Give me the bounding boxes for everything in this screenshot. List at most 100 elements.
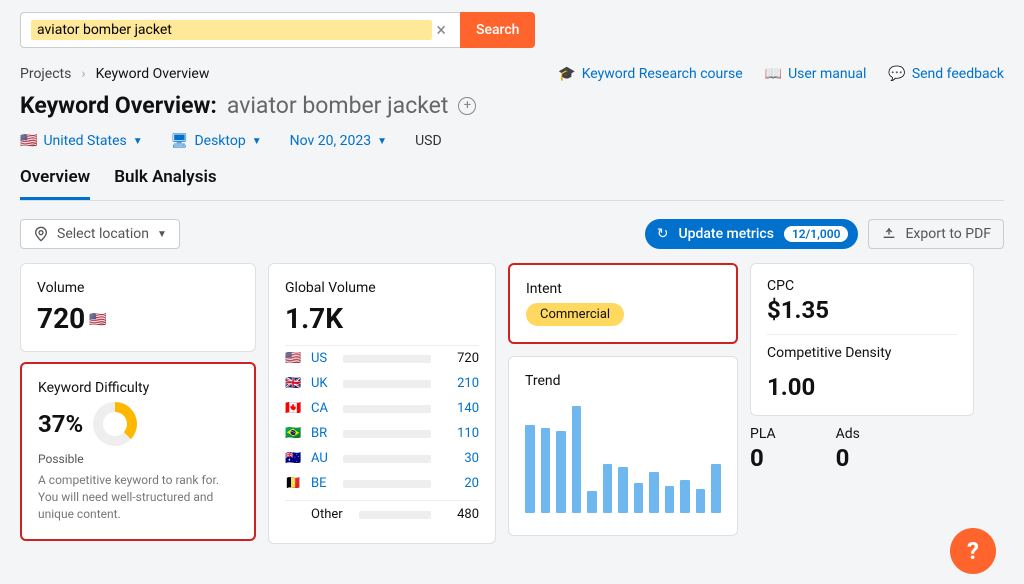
country-code: BR: [311, 426, 335, 441]
compd-label: Competitive Density: [767, 345, 957, 361]
course-link[interactable]: 🎓Keyword Research course: [558, 66, 742, 82]
top-links: 🎓Keyword Research course 📖User manual 💬S…: [558, 66, 1004, 82]
toolbar-right: ↻ Update metrics 12/1,000 Export to PDF: [645, 219, 1004, 249]
breadcrumb-current: Keyword Overview: [96, 66, 210, 82]
search-button[interactable]: Search: [460, 12, 535, 48]
gv-row-us[interactable]: 🇺🇸 US 720: [285, 346, 479, 371]
trend-bar: [618, 467, 628, 513]
trend-bar: [587, 491, 597, 513]
us-flag-icon: 🇺🇸: [89, 312, 106, 328]
country-code: CA: [311, 401, 335, 416]
select-location-button[interactable]: Select location ▼: [20, 219, 180, 249]
country-filter[interactable]: 🇺🇸United States▼: [20, 133, 143, 149]
chevron-down-icon: ▼: [157, 229, 167, 240]
volume-bar: [343, 380, 431, 388]
refresh-icon: ↻: [657, 226, 669, 242]
intent-badge: Commercial: [526, 303, 624, 326]
flag-icon: 🇧🇪: [285, 476, 303, 491]
kd-label: Keyword Difficulty: [38, 380, 238, 396]
book-icon: 📖: [765, 66, 782, 82]
metrics-grid: Volume 720🇺🇸 Keyword Difficulty 37% Poss…: [20, 263, 1004, 548]
update-badge: 12/1,000: [784, 226, 849, 242]
volume-bar: [343, 455, 431, 463]
pla-value: 0: [750, 444, 776, 472]
cpc-section: CPC $1.35: [767, 278, 957, 334]
volume-value: 110: [439, 426, 479, 441]
volume-value: 720🇺🇸: [37, 302, 239, 335]
clear-icon[interactable]: ×: [432, 20, 450, 41]
trend-bar: [556, 431, 566, 514]
ads-value: 0: [836, 444, 860, 472]
search-box[interactable]: ×: [20, 12, 460, 48]
pla-ads-section: PLA 0 Ads 0: [750, 416, 974, 482]
keyword-difficulty-card: Keyword Difficulty 37% Possible A compet…: [20, 362, 256, 540]
ads-label: Ads: [836, 426, 860, 442]
gv-row-ca[interactable]: 🇨🇦 CA 140: [285, 396, 479, 421]
col-volume-kd: Volume 720🇺🇸 Keyword Difficulty 37% Poss…: [20, 263, 256, 548]
device-filter[interactable]: 🖥Desktop▼: [171, 133, 262, 149]
currency-label: USD: [415, 133, 442, 149]
gv-row-au[interactable]: 🇦🇺 AU 30: [285, 446, 479, 471]
volume-bar: [343, 430, 431, 438]
trend-bar: [711, 464, 721, 514]
tab-bulk-analysis[interactable]: Bulk Analysis: [114, 167, 216, 200]
export-pdf-button[interactable]: Export to PDF: [868, 219, 1004, 249]
page-title-row: Keyword Overview: aviator bomber jacket …: [20, 92, 1004, 119]
gv-row-be[interactable]: 🇧🇪 BE 20: [285, 471, 479, 496]
flag-icon: 🇧🇷: [285, 426, 303, 441]
volume-value: 20: [439, 476, 479, 491]
col-intent-trend: Intent Commercial Trend: [508, 263, 738, 548]
search-input[interactable]: [31, 20, 432, 40]
kd-status: Possible: [38, 452, 238, 466]
feedback-link[interactable]: 💬Send feedback: [888, 66, 1004, 82]
gv-row-uk[interactable]: 🇬🇧 UK 210: [285, 371, 479, 396]
volume-value: 140: [439, 401, 479, 416]
flag-icon: 🇦🇺: [285, 451, 303, 466]
search-bar: × Search: [20, 12, 1004, 48]
volume-card: Volume 720🇺🇸: [20, 263, 256, 352]
trend-card: Trend: [508, 356, 738, 536]
trend-bar: [572, 406, 582, 514]
compd-value: 1.00: [767, 373, 957, 401]
feedback-icon: 💬: [888, 66, 905, 82]
intent-label: Intent: [526, 281, 720, 297]
gv-row-br[interactable]: 🇧🇷 BR 110: [285, 421, 479, 446]
trend-bar: [634, 483, 644, 514]
global-volume-list: 🇺🇸 US 720 🇬🇧 UK 210 🇨🇦 CA 140 🇧🇷 BR 110 …: [285, 345, 479, 527]
gv-row-other[interactable]: Other 480: [285, 500, 479, 527]
volume-bar: [343, 355, 431, 363]
page-title-keyword: aviator bomber jacket: [227, 92, 449, 119]
volume-label: Volume: [37, 280, 239, 296]
global-volume-card: Global Volume 1.7K 🇺🇸 US 720 🇬🇧 UK 210 🇨…: [268, 263, 496, 544]
trend-bar: [680, 480, 690, 513]
kd-value: 37%: [38, 410, 83, 438]
date-filter[interactable]: Nov 20, 2023▼: [290, 133, 387, 149]
ads-block: Ads 0: [836, 426, 860, 472]
tab-overview[interactable]: Overview: [20, 167, 90, 200]
trend-chart: [525, 403, 721, 513]
cpc-value: $1.35: [767, 296, 957, 324]
flag-icon: 🇨🇦: [285, 401, 303, 416]
trend-bar: [525, 425, 535, 513]
us-flag-icon: 🇺🇸: [20, 133, 37, 149]
add-icon[interactable]: +: [458, 97, 476, 115]
update-metrics-button[interactable]: ↻ Update metrics 12/1,000: [645, 219, 859, 249]
volume-bar: [343, 405, 431, 413]
tabs: Overview Bulk Analysis: [20, 167, 1004, 201]
graduation-cap-icon: 🎓: [558, 66, 575, 82]
breadcrumb-root[interactable]: Projects: [20, 66, 71, 82]
kd-donut-chart: [93, 402, 137, 446]
country-code: AU: [311, 451, 335, 466]
kd-description: A competitive keyword to rank for. You w…: [38, 472, 238, 522]
pla-label: PLA: [750, 426, 776, 442]
cpc-label: CPC: [767, 278, 957, 294]
other-label: Other: [311, 507, 351, 522]
volume-value: 480: [439, 507, 479, 522]
help-fab[interactable]: ?: [950, 528, 996, 574]
volume-value: 210: [439, 376, 479, 391]
trend-bar: [541, 428, 551, 514]
volume-value: 720: [439, 351, 479, 366]
manual-link[interactable]: 📖User manual: [765, 66, 867, 82]
chevron-down-icon: ▼: [133, 136, 143, 147]
country-code: BE: [311, 476, 335, 491]
